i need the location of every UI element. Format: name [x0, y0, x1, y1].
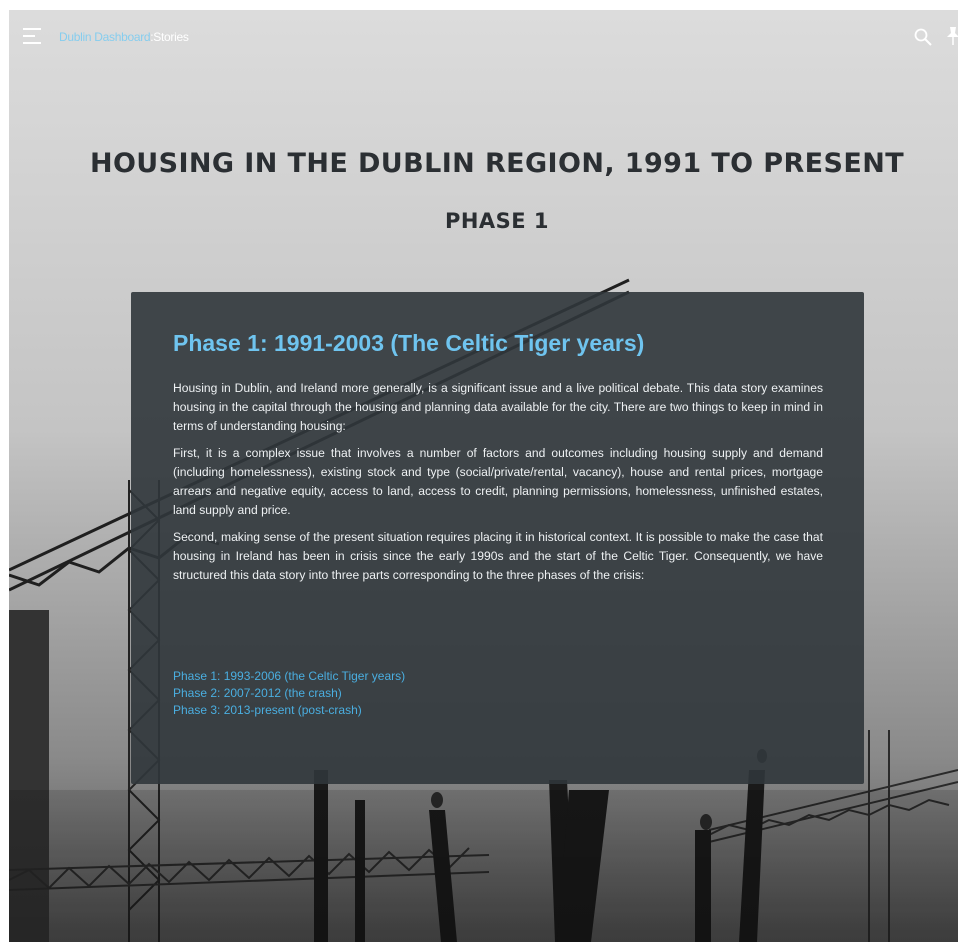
story-paragraph: Second, making sense of the present situ… — [173, 530, 823, 582]
story-paragraph: First, it is a complex issue that involv… — [173, 446, 823, 517]
phase-links: Phase 1: 1993-2006 (the Celtic Tiger yea… — [173, 668, 405, 719]
pin-icon[interactable] — [945, 26, 958, 46]
phase-1-link[interactable]: Phase 1: 1993-2006 (the Celtic Tiger yea… — [173, 668, 405, 685]
story-panel: Phase 1: 1991-2003 (The Celtic Tiger yea… — [131, 292, 864, 784]
page-title: HOUSING IN THE DUBLIN REGION, 1991 TO PR… — [89, 148, 905, 179]
phase-2-link[interactable]: Phase 2: 2007-2012 (the crash) — [173, 685, 405, 702]
page-subtitle: PHASE 1 — [444, 209, 550, 233]
story-body: Housing in Dublin, and Ireland more gene… — [173, 379, 823, 593]
brand-suffix: :Stories — [150, 30, 189, 44]
site-brand[interactable]: Dublin Dashboard:Stories — [59, 30, 189, 44]
search-icon[interactable] — [913, 27, 933, 47]
story-heading: Phase 1: 1991-2003 (The Celtic Tiger yea… — [173, 330, 645, 356]
top-bar: Dublin Dashboard:Stories — [9, 10, 958, 64]
hamburger-menu-icon[interactable] — [23, 28, 41, 44]
phase-3-link[interactable]: Phase 3: 2013-present (post-crash) — [173, 702, 405, 719]
brand-name: Dublin Dashboard — [59, 30, 151, 44]
story-paragraph: Housing in Dublin, and Ireland more gene… — [173, 381, 823, 433]
story-page: Dublin Dashboard:Stories HOUSING IN THE … — [9, 10, 958, 942]
bottom-shade — [9, 784, 958, 942]
